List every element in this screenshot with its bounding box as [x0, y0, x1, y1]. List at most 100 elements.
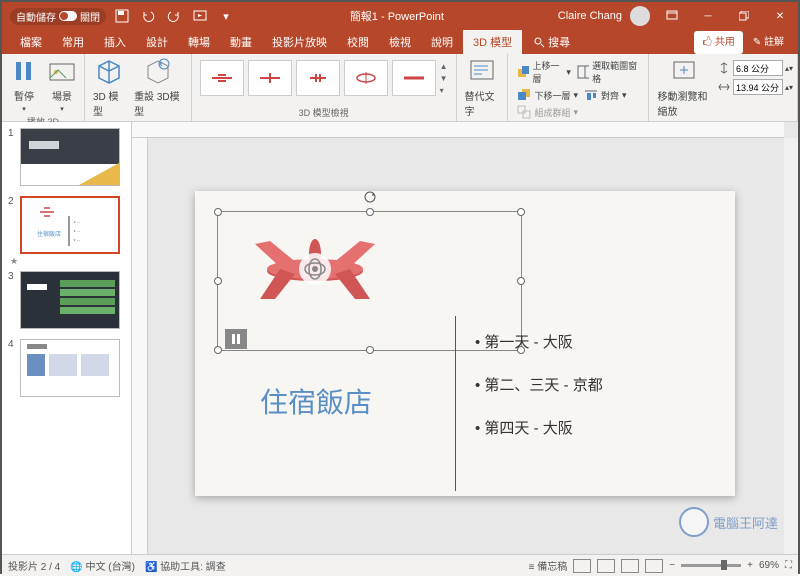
restore-icon[interactable]: [730, 4, 758, 28]
tab-insert[interactable]: 插入: [94, 30, 136, 54]
fit-window-icon[interactable]: ⛶: [785, 560, 792, 571]
pan-zoom-button[interactable]: 移動瀏覽和縮放: [653, 56, 715, 120]
undo-icon[interactable]: [138, 6, 158, 26]
scene-icon: [48, 58, 76, 86]
slide-counter[interactable]: 投影片 2 / 4: [8, 558, 60, 573]
reset-3d-button[interactable]: 重設 3D模型▾: [130, 56, 187, 130]
resize-handle[interactable]: [214, 277, 222, 285]
gallery-down-icon[interactable]: ▼: [440, 74, 448, 83]
tab-view[interactable]: 檢視: [379, 30, 421, 54]
width-icon: [717, 81, 731, 93]
resize-handle[interactable]: [517, 208, 525, 216]
send-backward-button[interactable]: 下移一層 ▾: [514, 87, 581, 103]
thumbnails-panel[interactable]: 1 2 住宿飯店• …• …• … ★ 3 4: [2, 122, 132, 554]
group-play3d: 暫停▾ 場景▾ 播放 3D: [2, 54, 85, 121]
resize-handle[interactable]: [517, 277, 525, 285]
group-button: 組成群組 ▾: [514, 104, 642, 120]
language-status[interactable]: 🌐 中文 (台灣): [70, 558, 135, 573]
slideshow-view-icon[interactable]: [645, 559, 663, 573]
airplane-3d-model[interactable]: [250, 219, 380, 314]
zoom-out-icon[interactable]: −: [669, 560, 675, 571]
slide-thumb-2[interactable]: 住宿飯店• …• …• …: [20, 196, 120, 254]
accessibility-status[interactable]: ♿ 協助工具: 調查: [145, 558, 226, 573]
bullet-item[interactable]: • 第二、三天 - 京都: [475, 374, 603, 395]
rotate-handle-icon[interactable]: [363, 190, 377, 204]
bullet-item[interactable]: • 第一天 - 大阪: [475, 331, 603, 352]
slideshow-icon[interactable]: [190, 6, 210, 26]
tab-help[interactable]: 說明: [421, 30, 463, 54]
toggle-switch-icon: [59, 11, 77, 21]
zoom-in-icon[interactable]: +: [747, 560, 753, 571]
width-input[interactable]: [733, 79, 783, 95]
reset-cube-icon: [144, 58, 172, 86]
search-box[interactable]: 搜尋: [534, 34, 570, 50]
notes-button[interactable]: ≡ 備忘稿: [529, 558, 568, 573]
qat-more-icon[interactable]: ▾: [216, 6, 236, 26]
alt-text-button[interactable]: 替代文字: [461, 56, 504, 120]
resize-handle[interactable]: [214, 346, 222, 354]
watermark-text: 電腦王阿達: [713, 513, 778, 532]
sorter-view-icon[interactable]: [597, 559, 615, 573]
pause-button[interactable]: 暫停▾: [6, 56, 42, 115]
scrollbar-vertical[interactable]: [784, 138, 798, 554]
selection-pane-button[interactable]: 選取範圍窗格: [574, 58, 643, 86]
tab-review[interactable]: 校閱: [337, 30, 379, 54]
pause-icon: [10, 58, 38, 86]
zoom-slider[interactable]: [681, 564, 741, 567]
normal-view-icon[interactable]: [573, 559, 591, 573]
watermark: 電腦王阿達: [679, 507, 778, 537]
resize-handle[interactable]: [366, 346, 374, 354]
tab-3d-model[interactable]: 3D 模型: [463, 30, 522, 54]
gallery-up-icon[interactable]: ▲: [440, 62, 448, 71]
group-icon: [517, 105, 531, 119]
3d-model-button[interactable]: 3D 模型▾: [89, 56, 128, 130]
comments-button[interactable]: ✎ 註解: [747, 31, 790, 54]
resize-handle[interactable]: [214, 208, 222, 216]
height-input[interactable]: [733, 60, 783, 76]
views-gallery[interactable]: ▲ ▼ ▾: [196, 56, 452, 100]
reading-view-icon[interactable]: [621, 559, 639, 573]
resize-handle[interactable]: [366, 208, 374, 216]
autosave-toggle[interactable]: 自動儲存 關閉: [10, 8, 106, 25]
view-thumb[interactable]: [200, 60, 244, 96]
workspace: 1 2 住宿飯店• …• …• … ★ 3 4: [2, 122, 798, 554]
slide-thumb-3[interactable]: [20, 271, 120, 329]
minimize-icon[interactable]: ─: [694, 4, 722, 28]
view-thumb[interactable]: [344, 60, 388, 96]
ribbon: 暫停▾ 場景▾ 播放 3D 3D 模型▾ 重設 3D模型▾ 調整: [2, 54, 798, 122]
close-icon[interactable]: ✕: [766, 4, 794, 28]
redo-icon[interactable]: [164, 6, 184, 26]
tab-transitions[interactable]: 轉場: [178, 30, 220, 54]
sel-pane-icon: [577, 65, 589, 79]
slide-editor[interactable]: 住宿飯店 • 第一天 - 大阪 • 第二、三天 - 京都 • 第四天 - 大阪: [132, 122, 798, 554]
view-thumb[interactable]: [296, 60, 340, 96]
slide-thumb-1[interactable]: [20, 128, 120, 186]
view-thumb[interactable]: [392, 60, 436, 96]
bring-forward-button[interactable]: 上移一層 ▾: [514, 58, 573, 86]
share-button[interactable]: 🖒 共用: [694, 31, 742, 54]
zoom-level[interactable]: 69%: [759, 560, 779, 571]
align-button[interactable]: 對齊 ▾: [581, 87, 630, 103]
gallery-more-icon[interactable]: ▾: [440, 86, 448, 95]
slide-thumb-4[interactable]: [20, 339, 120, 397]
slide-canvas[interactable]: 住宿飯店 • 第一天 - 大阪 • 第二、三天 - 京都 • 第四天 - 大阪: [195, 191, 735, 496]
bullet-item[interactable]: • 第四天 - 大阪: [475, 417, 603, 438]
thumb-number: 1: [8, 128, 16, 186]
ribbon-display-icon[interactable]: [658, 4, 686, 28]
slide-title[interactable]: 住宿飯店: [260, 381, 372, 421]
scene-button[interactable]: 場景▾: [44, 56, 80, 115]
tab-home[interactable]: 常用: [52, 30, 94, 54]
cube-icon: [95, 58, 123, 86]
svg-text:• …: • …: [74, 228, 81, 233]
tab-animations[interactable]: 動畫: [220, 30, 262, 54]
view-thumb[interactable]: [248, 60, 292, 96]
bullet-list[interactable]: • 第一天 - 大阪 • 第二、三天 - 京都 • 第四天 - 大阪: [475, 331, 603, 460]
ruler-horizontal: [132, 122, 784, 138]
save-icon[interactable]: [112, 6, 132, 26]
tab-design[interactable]: 設計: [136, 30, 178, 54]
tab-file[interactable]: 檔案: [10, 30, 52, 54]
user-avatar-icon[interactable]: [630, 6, 650, 26]
tab-slideshow[interactable]: 投影片放映: [262, 30, 337, 54]
animation-pause-icon[interactable]: [225, 329, 247, 349]
autosave-state: 關閉: [80, 9, 100, 24]
